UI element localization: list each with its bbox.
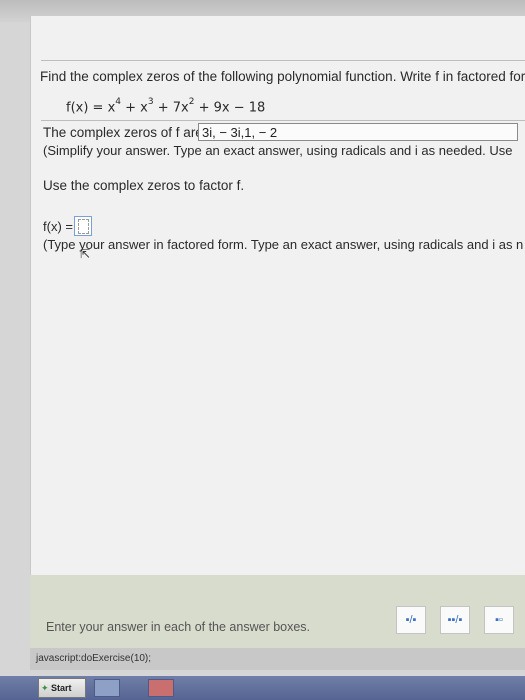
function-lhs: f(x) = [66, 100, 108, 116]
zeros-label: The complex zeros of f are [43, 125, 203, 140]
status-bar: javascript:doExercise(10); [30, 648, 525, 670]
factor-hint: (Type your answer in factored form. Type… [43, 237, 524, 252]
term-2-exp: 3 [147, 97, 154, 107]
zeros-answer-value: 3i, − 3i,1, − 2 [202, 125, 278, 140]
factor-instruction: Use the complex zeros to factor f. [43, 178, 245, 193]
mixed-number-tool-button[interactable]: ▪▪/▪ [440, 606, 470, 634]
start-label: Start [51, 683, 72, 693]
zeros-answer-field[interactable]: 3i, − 3i,1, − 2 [198, 123, 518, 141]
term-3-base: + 7x [153, 100, 189, 116]
mouse-cursor-icon: ⇱ [80, 247, 91, 261]
function-tail: + 9x − 18 [194, 100, 266, 116]
polynomial-function: f(x) = x4 + x3 + 7x2 + 9x − 18 [66, 97, 266, 116]
taskbar-browser-icon[interactable] [148, 679, 174, 697]
term-2-base: + x [121, 100, 148, 116]
exponent-tool-button[interactable]: ▪▫ [484, 606, 514, 634]
mixed-number-icon: ▪▪/▪ [447, 614, 463, 626]
exponent-icon: ▪▫ [495, 614, 503, 626]
factor-label: f(x) = [43, 219, 73, 234]
term-3-exp: 2 [188, 97, 195, 107]
problem-instruction: Find the complex zeros of the following … [40, 69, 525, 84]
zeros-hint: (Simplify your answer. Type an exact ans… [43, 143, 513, 158]
fraction-tool-button[interactable]: ▪/▪ [396, 606, 426, 634]
term-1-exp: 4 [115, 97, 122, 107]
header-divider [41, 60, 525, 61]
fraction-icon: ▪/▪ [405, 614, 417, 626]
taskbar-app-icon[interactable] [94, 679, 120, 697]
start-button[interactable]: Start [38, 678, 86, 698]
factor-answer-input[interactable] [74, 216, 92, 236]
section-divider [41, 120, 525, 121]
footer-prompt: Enter your answer in each of the answer … [46, 620, 311, 634]
status-text: javascript:doExercise(10); [36, 653, 152, 664]
taskbar: Start [0, 676, 525, 700]
